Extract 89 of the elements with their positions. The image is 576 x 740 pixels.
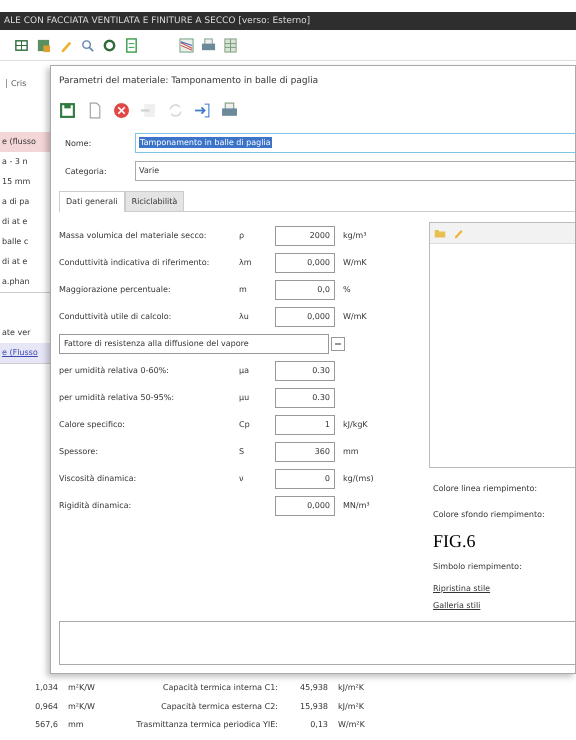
list-item[interactable]: di at e	[0, 212, 50, 232]
symbol: λm	[239, 258, 252, 267]
unit: W/mK	[343, 312, 367, 321]
unit: W/mK	[343, 258, 367, 267]
value: 45,938	[299, 682, 328, 692]
symbol: m	[239, 285, 247, 294]
unit: kJ/kgK	[343, 420, 368, 429]
field-label: Maggiorazione percentuale:	[59, 285, 172, 294]
list-item[interactable]: e (Flusso	[0, 343, 50, 363]
field-label: Massa volumica del materiale secco:	[59, 231, 208, 240]
field-label: per umidità relativa 50-95%:	[59, 393, 176, 402]
unit: m²K/W	[67, 682, 96, 692]
chart-icon[interactable]	[179, 38, 194, 52]
list-item[interactable]: ate ver	[0, 323, 50, 343]
input-field[interactable]: 0.30	[275, 360, 335, 380]
grid-icon[interactable]	[14, 38, 29, 52]
value: 567,6	[34, 720, 58, 730]
name-field[interactable]: Tamponamento in balle di paglia	[135, 133, 575, 153]
notes-field[interactable]	[59, 621, 575, 665]
list-item[interactable]: balle c	[0, 232, 50, 252]
printer-icon[interactable]	[201, 38, 216, 52]
list-item[interactable]: a - 3 n	[0, 152, 50, 172]
value: 15,938	[299, 702, 328, 710]
unit: m²K/W	[67, 702, 96, 710]
symbol: λu	[239, 312, 249, 321]
link[interactable]: Ripristina stile	[433, 580, 575, 597]
document-icon[interactable]	[124, 38, 139, 52]
result-label: Trasmittanza termica periodica YIE:	[135, 720, 278, 730]
save-icon[interactable]	[59, 102, 76, 119]
unit: kg/(ms)	[343, 474, 374, 483]
field-label: Categoria:	[64, 166, 108, 176]
columns-icon[interactable]	[223, 38, 238, 52]
window-title: ALE CON FACCIATA VENTILATA E FINITURE A SECCO [verso: Esterno]	[0, 12, 576, 30]
unit: mm	[343, 447, 359, 456]
input-field[interactable]: 0.30	[275, 388, 335, 408]
delete-icon[interactable]	[113, 102, 130, 119]
field-label: per umidità relativa 0-60%:	[59, 366, 170, 375]
unit: MN/m³	[343, 501, 370, 510]
input-field[interactable]: 0,0	[275, 280, 335, 300]
input-field[interactable]: 0,000	[275, 306, 335, 326]
unit: W/m²K	[337, 720, 366, 730]
symbol: ρ	[239, 231, 244, 240]
field-label: Conduttività indicativa di riferimento:	[59, 258, 210, 267]
symbol: Cp	[239, 420, 250, 429]
setting-label: Simbolo riempimento:	[433, 561, 523, 573]
value: 0,13	[309, 720, 328, 730]
export-icon[interactable]	[194, 102, 211, 119]
input-field[interactable]: 0,000	[275, 252, 335, 272]
unit: kJ/m²K	[337, 682, 365, 692]
symbol: μu	[239, 393, 250, 402]
field-label: Nome:	[64, 138, 92, 148]
category-field[interactable]: Varie	[135, 161, 575, 181]
dropdown[interactable]: Fattore di resistenza alla diffusione del vapore	[59, 334, 329, 354]
result-label: Capacità termica interna C1:	[162, 682, 278, 692]
list-item[interactable]: di at e	[0, 252, 50, 272]
input-field[interactable]: 2000	[275, 226, 335, 246]
symbol: μa	[239, 366, 249, 375]
link[interactable]: Galleria stili	[433, 597, 575, 614]
printer-icon[interactable]	[221, 102, 238, 119]
figure-caption: FIG.6	[433, 530, 477, 553]
search-icon[interactable]	[80, 38, 95, 52]
input-field[interactable]: 1	[275, 414, 335, 434]
value: 1,034	[34, 682, 58, 692]
field-label: Viscosità dinamica:	[59, 474, 138, 483]
list-item[interactable]: 15 mm	[0, 172, 50, 192]
unit: kg/m³	[343, 231, 366, 240]
input-field[interactable]: 0,000	[275, 496, 335, 516]
unit: mm	[67, 720, 85, 730]
field-label: Calore specifico:	[59, 420, 126, 429]
list-item[interactable]: a.phan	[0, 272, 50, 292]
setting-label: Colore sfondo riempimento:	[433, 509, 546, 521]
unit: kJ/m²K	[337, 702, 365, 710]
list-item[interactable]: a di pa	[0, 192, 50, 212]
setting-label: Colore linea riempimento:	[433, 483, 538, 495]
symbol: ν	[239, 474, 244, 483]
input-field[interactable]: 0	[275, 468, 335, 488]
result-label: Capacità termica esterna C2:	[160, 702, 278, 710]
tab[interactable]: Dati generali	[59, 191, 125, 212]
ring-icon[interactable]	[102, 38, 117, 52]
value: 0,964	[34, 702, 58, 710]
tab[interactable]: Riciclabilità	[124, 191, 184, 211]
input-field[interactable]: 360	[275, 442, 335, 462]
field-label: Conduttività utile di calcolo:	[59, 312, 172, 321]
field-label: Spessore:	[59, 447, 100, 456]
field-label: Rigidità dinamica:	[59, 501, 132, 510]
unit: %	[343, 285, 351, 294]
table-icon[interactable]	[36, 38, 51, 52]
symbol: S	[239, 447, 244, 456]
dialog-title: Parametri del materiale: Tamponamento in balle di paglia	[59, 76, 320, 86]
